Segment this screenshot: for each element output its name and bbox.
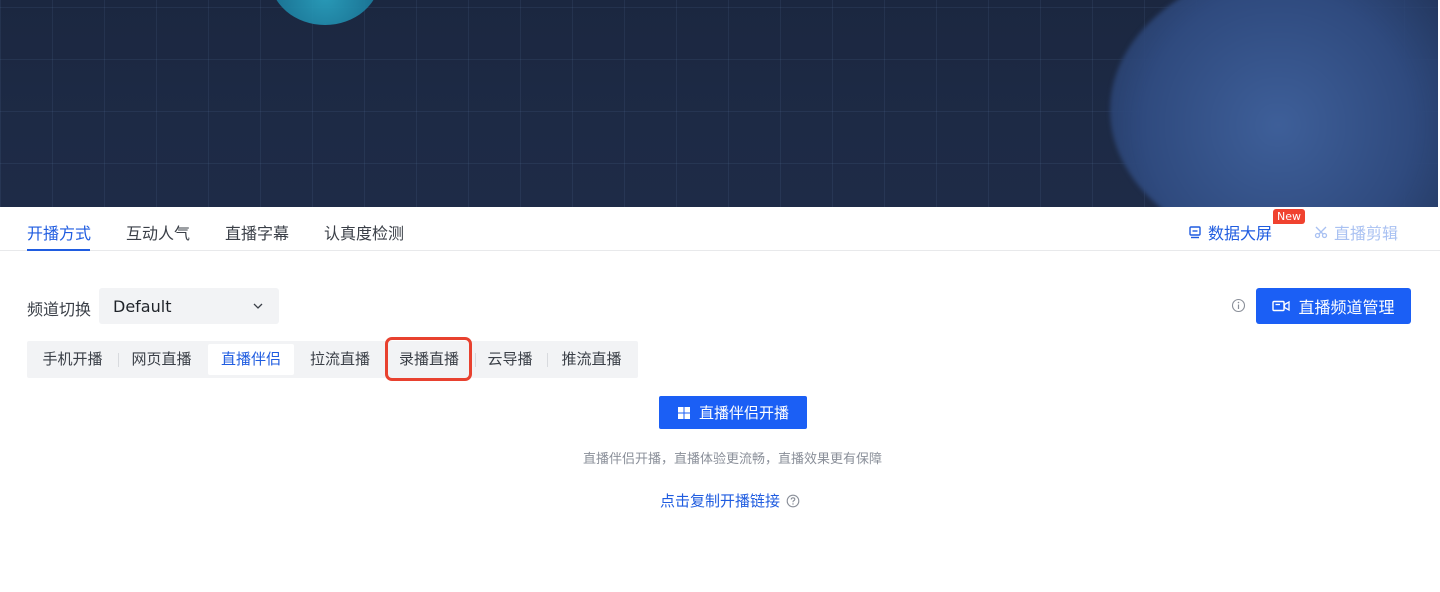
mode-push-stream[interactable]: 推流直播 (554, 344, 629, 375)
question-icon[interactable] (786, 494, 800, 508)
channel-select[interactable]: Default (99, 288, 279, 324)
data-screen-link[interactable]: 数据大屏 (1188, 220, 1272, 244)
mode-live-companion[interactable]: 直播伴侣 (208, 344, 294, 375)
live-clip-link[interactable]: 直播剪辑 (1314, 220, 1398, 244)
mode-web-live[interactable]: 网页直播 (124, 344, 199, 375)
data-screen-label: 数据大屏 (1208, 224, 1273, 243)
launch-hint-text: 直播伴侣开播，直播体验更流畅，直播效果更有保障 (582, 452, 882, 467)
copy-launch-link[interactable]: 点击复制开播链接 (660, 490, 800, 511)
video-camera-icon (1272, 300, 1291, 312)
tab-attention-detection[interactable]: 认真度检测 (324, 220, 404, 244)
mode-cloud-director[interactable]: 云导播 (481, 344, 539, 375)
channel-manage-label: 直播频道管理 (1298, 298, 1395, 317)
segment-divider (118, 353, 119, 367)
new-badge: New (1273, 209, 1305, 224)
segment-divider (547, 353, 548, 367)
channel-switch-label: 频道切换 (27, 300, 92, 319)
mode-mobile-broadcast[interactable]: 手机开播 (35, 344, 110, 375)
launch-companion-label: 直播伴侣开播 (698, 404, 789, 422)
mode-pull-stream[interactable]: 拉流直播 (303, 344, 377, 375)
segment-divider (475, 353, 476, 367)
copy-launch-link-label: 点击复制开播链接 (660, 492, 781, 510)
banner-orb-blue (1110, 0, 1438, 207)
tab-broadcast-method[interactable]: 开播方式 (27, 220, 91, 244)
chevron-down-icon (253, 303, 263, 309)
channel-select-value: Default (113, 296, 172, 316)
tab-interaction-popularity[interactable]: 互动人气 (126, 220, 190, 244)
highlight-annotation-box (385, 337, 472, 381)
broadcast-mode-switcher: 手机开播 网页直播 直播伴侣 拉流直播 录播直播 云导播 推流直播 (27, 341, 638, 378)
windows-icon (677, 406, 690, 419)
info-icon[interactable] (1231, 298, 1246, 313)
launch-companion-button[interactable]: 直播伴侣开播 (659, 396, 807, 429)
channel-manage-button[interactable]: 直播频道管理 (1256, 288, 1411, 324)
live-clip-label: 直播剪辑 (1334, 224, 1399, 243)
monitor-icon (1189, 226, 1201, 239)
tab-live-subtitles[interactable]: 直播字幕 (225, 220, 289, 244)
active-tab-underline (27, 249, 90, 251)
scissors-icon (1314, 226, 1328, 239)
hero-banner (0, 0, 1438, 207)
